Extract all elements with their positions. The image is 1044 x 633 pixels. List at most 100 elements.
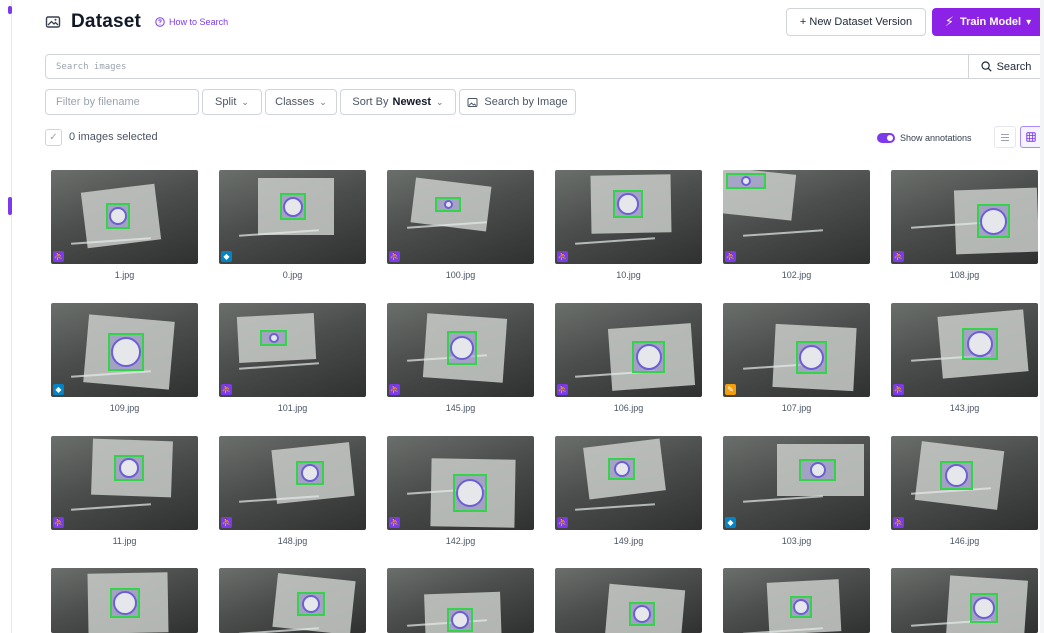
annotated-object: [617, 193, 639, 215]
list-view-button[interactable]: [994, 126, 1016, 148]
classes-label: Classes: [275, 96, 315, 108]
image-thumbnail[interactable]: ⛹: [555, 436, 702, 530]
image-thumbnail[interactable]: [387, 568, 534, 633]
left-rail: [0, 0, 12, 633]
filter-row: Split ⌄ Classes ⌄ Sort By Newest ⌄ Searc…: [45, 89, 1044, 115]
image-card[interactable]: ⛹ 148.jpg: [219, 436, 366, 556]
chevron-down-icon: ⌄: [319, 96, 327, 107]
image-card[interactable]: ⛹ 146.jpg: [891, 436, 1038, 556]
image-filename: 106.jpg: [613, 403, 644, 413]
image-card[interactable]: ⛹ 102.jpg: [723, 170, 870, 290]
annotated-object: [456, 479, 484, 507]
image-card[interactable]: ⛹ 106.jpg: [555, 303, 702, 423]
help-circle-icon: [155, 17, 165, 27]
search-input[interactable]: [46, 55, 968, 78]
image-card[interactable]: ⛹ 101.jpg: [219, 303, 366, 423]
annotated-object: [945, 464, 968, 487]
show-annotations-label: Show annotations: [900, 133, 972, 143]
image-card[interactable]: [387, 568, 534, 633]
annotation-bbox: [435, 197, 461, 212]
show-annotations-toggle[interactable]: [877, 133, 895, 143]
split-dropdown[interactable]: Split ⌄: [202, 89, 262, 115]
image-thumbnail[interactable]: ⛹: [219, 436, 366, 530]
image-thumbnail[interactable]: ⛹: [723, 170, 870, 264]
image-thumbnail[interactable]: [891, 568, 1038, 633]
annotated-object: [283, 196, 303, 217]
image-card[interactable]: [219, 568, 366, 633]
image-thumbnail[interactable]: ⛹: [387, 436, 534, 530]
image-thumbnail[interactable]: ◆: [219, 170, 366, 264]
list-icon: [1001, 133, 1009, 141]
image-card[interactable]: ◆ 0.jpg: [219, 170, 366, 290]
annotated-object: [635, 344, 662, 370]
train-model-label: Train Model: [959, 16, 1022, 28]
image-card[interactable]: [723, 568, 870, 633]
image-thumbnail[interactable]: ◆: [723, 436, 870, 530]
how-to-search-link[interactable]: How to Search: [155, 17, 228, 27]
image-thumbnail[interactable]: [219, 568, 366, 633]
annotated-object: [633, 605, 651, 623]
annotation-bbox: [280, 193, 306, 220]
image-card[interactable]: [555, 568, 702, 633]
image-thumbnail[interactable]: [51, 568, 198, 633]
image-card[interactable]: [51, 568, 198, 633]
image-thumbnail[interactable]: ⛹: [51, 436, 198, 530]
search-icon: [980, 61, 992, 72]
image-thumbnail[interactable]: [723, 568, 870, 633]
classes-dropdown[interactable]: Classes ⌄: [265, 89, 337, 115]
annotation-bbox: [260, 330, 287, 346]
sort-dropdown[interactable]: Sort By Newest ⌄: [340, 89, 456, 115]
image-thumbnail[interactable]: ⛹: [891, 170, 1038, 264]
train-model-button[interactable]: ⚡ Train Model ▾: [932, 8, 1044, 36]
image-thumbnail[interactable]: ⛹: [891, 303, 1038, 397]
image-filename: 107.jpg: [781, 403, 812, 413]
image-card[interactable]: ⛹ 100.jpg: [387, 170, 534, 290]
image-card[interactable]: ⛹ 145.jpg: [387, 303, 534, 423]
image-card[interactable]: [891, 568, 1038, 633]
image-card[interactable]: ⛹ 149.jpg: [555, 436, 702, 556]
annotated-object: [973, 597, 995, 619]
new-dataset-version-button[interactable]: + New Dataset Version: [786, 8, 926, 36]
image-thumbnail[interactable]: ⛹: [387, 170, 534, 264]
scrollbar[interactable]: [1040, 0, 1044, 633]
image-thumbnail[interactable]: ⛹: [555, 303, 702, 397]
image-card[interactable]: ◆ 103.jpg: [723, 436, 870, 556]
image-thumbnail[interactable]: ⛹: [891, 436, 1038, 530]
image-thumbnail[interactable]: ⛹: [219, 303, 366, 397]
image-filename: 1.jpg: [114, 270, 135, 280]
main-content: Dataset How to Search + New Dataset Vers…: [45, 0, 1044, 633]
grid-view-button[interactable]: [1020, 126, 1042, 148]
valid-split-icon: ◆: [53, 384, 64, 395]
image-thumbnail[interactable]: ⛹: [51, 170, 198, 264]
image-card[interactable]: ⛹ 10.jpg: [555, 170, 702, 290]
annotated-object: [302, 595, 320, 613]
image-card[interactable]: ⛹ 143.jpg: [891, 303, 1038, 423]
search-button[interactable]: Search: [968, 55, 1043, 78]
image-card[interactable]: ⛹ 11.jpg: [51, 436, 198, 556]
annotated-object: [443, 200, 453, 209]
train-split-icon: ⛹: [389, 384, 400, 395]
image-card[interactable]: ✎ 107.jpg: [723, 303, 870, 423]
image-card[interactable]: ⛹ 142.jpg: [387, 436, 534, 556]
annotation-bbox: [613, 190, 643, 218]
image-card[interactable]: ◆ 109.jpg: [51, 303, 198, 423]
filename-filter-input[interactable]: [45, 89, 199, 115]
image-thumbnail[interactable]: [555, 568, 702, 633]
annotation-bbox: [447, 331, 477, 365]
image-thumbnail[interactable]: ⛹: [555, 170, 702, 264]
select-all-checkbox[interactable]: ✓: [45, 129, 62, 146]
image-filename: 149.jpg: [613, 536, 644, 546]
selection-row: ✓ 0 images selected Show annotations: [45, 126, 1044, 148]
image-filename: 0.jpg: [282, 270, 303, 280]
floor-reflection: [575, 503, 655, 511]
annotation-bbox: [110, 588, 140, 618]
annotation-bbox: [796, 341, 827, 374]
image-thumbnail[interactable]: ◆: [51, 303, 198, 397]
valid-split-icon: ◆: [221, 251, 232, 262]
search-by-image-button[interactable]: Search by Image: [459, 89, 576, 115]
image-thumbnail[interactable]: ⛹: [387, 303, 534, 397]
check-icon: ✓: [49, 132, 58, 143]
image-thumbnail[interactable]: ✎: [723, 303, 870, 397]
image-card[interactable]: ⛹ 108.jpg: [891, 170, 1038, 290]
image-card[interactable]: ⛹ 1.jpg: [51, 170, 198, 290]
